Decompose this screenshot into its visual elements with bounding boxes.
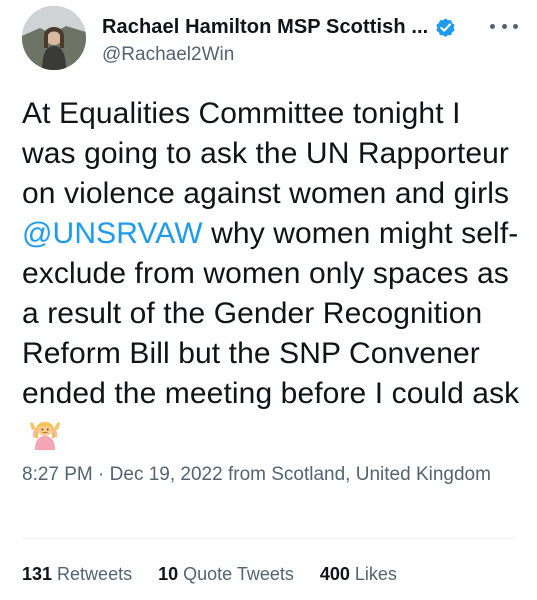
tweet-meta: 8:27 PM · Dec 19, 2022 from Scotland, Un…	[22, 461, 492, 489]
quote-tweets-count: 10	[158, 564, 179, 584]
profile-photo-icon	[22, 6, 86, 70]
meta-separator: ·	[92, 464, 110, 485]
tweet-date[interactable]: Dec 19, 2022	[110, 464, 223, 485]
quote-tweets-label: Quote Tweets	[183, 564, 294, 584]
tweet: Rachael Hamilton MSP Scottish ... @Racha…	[0, 0, 537, 600]
retweets-stat[interactable]: 131 Retweets	[22, 564, 132, 585]
display-name[interactable]: Rachael Hamilton MSP Scottish ...	[102, 16, 428, 39]
retweets-label: Retweets	[57, 564, 133, 584]
tweet-header: Rachael Hamilton MSP Scottish ... @Racha…	[22, 6, 522, 76]
tweet-time[interactable]: 8:27 PM	[22, 464, 93, 485]
author-info: Rachael Hamilton MSP Scottish ... @Racha…	[102, 14, 462, 66]
name-row: Rachael Hamilton MSP Scottish ...	[102, 14, 462, 40]
tweet-location: from Scotland, United Kingdom	[222, 464, 491, 485]
person-shrugging-emoji-icon	[28, 416, 62, 450]
verified-badge-icon	[434, 16, 457, 39]
divider	[22, 538, 515, 539]
tweet-text-part: At Equalities Committee tonight I was go…	[22, 97, 510, 210]
tweet-stats: 131 Retweets 10 Quote Tweets 400 Likes	[22, 564, 423, 585]
dot	[490, 23, 495, 29]
dot	[513, 23, 518, 29]
tweet-text: At Equalities Committee tonight I was go…	[22, 94, 522, 454]
more-options-icon[interactable]	[490, 16, 518, 36]
dot	[501, 23, 507, 29]
likes-count: 400	[319, 564, 350, 584]
likes-label: Likes	[354, 564, 397, 584]
handle[interactable]: @Rachael2Win	[102, 44, 462, 66]
mention-link[interactable]: @UNSRVAW	[22, 217, 203, 250]
likes-stat[interactable]: 400 Likes	[320, 564, 397, 585]
quote-tweets-stat[interactable]: 10 Quote Tweets	[158, 564, 294, 585]
avatar[interactable]	[22, 6, 86, 70]
retweets-count: 131	[22, 564, 53, 584]
